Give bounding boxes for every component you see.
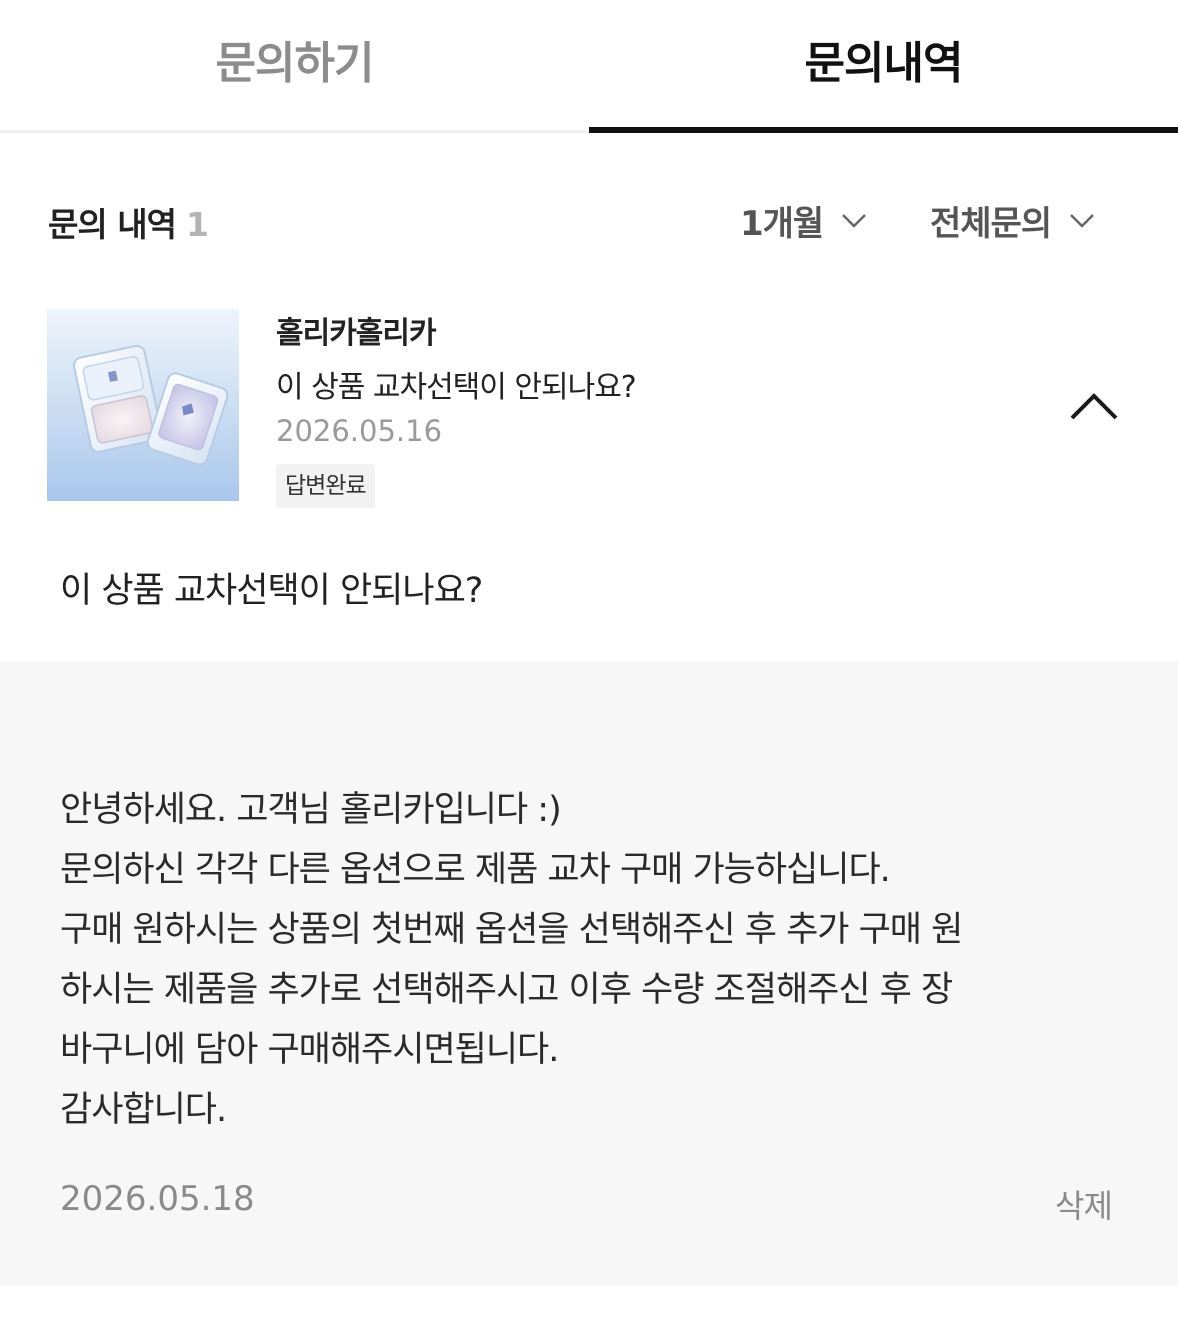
answer-panel: 안녕하세요. 고객님 홀리카입니다 :) 문의하신 각각 다른 옵션으로 제품 … (0, 661, 1178, 1286)
question-body: 이 상품 교차선택이 안되나요? (60, 571, 483, 611)
period-filter-dropdown[interactable]: 1개월 (740, 196, 867, 245)
tab-inquire[interactable]: 문의하기 (0, 0, 589, 133)
tab-bar: 문의하기 문의내역 (0, 0, 1178, 133)
tab-baseline (0, 130, 589, 133)
period-filter-label: 1개월 (740, 204, 824, 244)
delete-button[interactable]: 삭제 (1055, 1181, 1113, 1227)
type-filter-label: 전체문의 (930, 204, 1052, 244)
inquiry-list-header: 문의 내역 1 1개월 전체문의 (0, 180, 1178, 260)
tab-history[interactable]: 문의내역 (589, 0, 1178, 133)
inquiry-list-title-text: 문의 내역 (48, 205, 177, 244)
answer-line: 구매 원하시는 상품의 첫번째 옵션을 선택해주신 후 추가 구매 원 (60, 910, 963, 950)
active-tab-indicator (589, 127, 1178, 133)
inquiry-date: 2026.05.16 (276, 414, 443, 448)
type-filter-dropdown[interactable]: 전체문의 (930, 196, 1095, 245)
inquiry-list-title: 문의 내역 1 (48, 198, 209, 246)
answer-line: 문의하신 각각 다른 옵션으로 제품 교차 구매 가능하십니다. (60, 850, 891, 890)
chevron-down-icon (842, 213, 867, 228)
answer-line: 감사합니다. (60, 1090, 227, 1130)
tab-history-label: 문의내역 (804, 37, 964, 89)
answer-line: 하시는 제품을 추가로 선택해주시고 이후 수량 조절해주신 후 장 (60, 970, 953, 1010)
answer-line: 안녕하세요. 고객님 홀리카입니다 :) (60, 790, 562, 830)
collapse-button[interactable] (1066, 384, 1122, 428)
answer-date: 2026.05.18 (60, 1179, 255, 1219)
chevron-up-icon (1070, 393, 1118, 420)
inquiry-count: 1 (185, 205, 209, 244)
answer-line: 바구니에 담아 구매해주시면됩니다. (60, 1030, 559, 1070)
inquiry-item[interactable]: 홀리카홀리카 이 상품 교차선택이 안되나요? 2026.05.16 답변완료 (0, 300, 1178, 520)
inquiry-subject: 이 상품 교차선택이 안되나요? (276, 370, 637, 405)
product-thumbnail (47, 309, 239, 501)
chevron-down-icon (1070, 213, 1094, 228)
tab-inquire-label: 문의하기 (215, 37, 375, 89)
brand-name: 홀리카홀리카 (276, 316, 437, 351)
status-badge: 답변완료 (276, 464, 375, 508)
